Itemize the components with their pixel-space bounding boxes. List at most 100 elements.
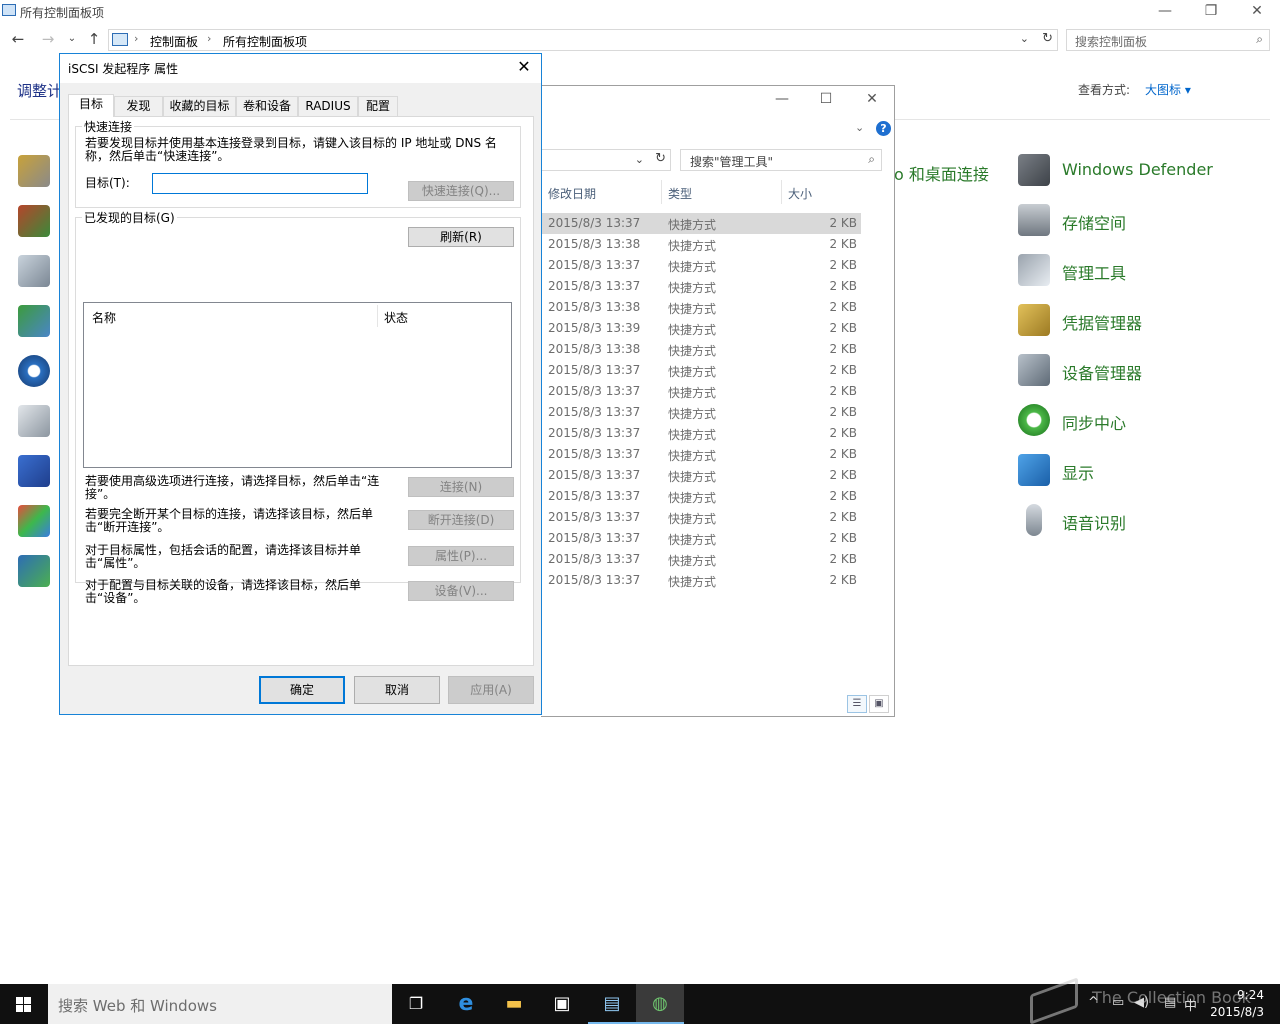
file-row-date: 2015/8/3 13:37 [548,573,641,587]
column-header-status[interactable]: 状态 [384,309,408,326]
file-row[interactable]: 2015/8/3 13:37 快捷方式 2 KB [541,465,861,486]
file-row[interactable]: 2015/8/3 13:38 快捷方式 2 KB [541,234,861,255]
recovery-icon[interactable] [18,305,50,337]
quick-connect-button[interactable]: 快速连接(Q)... [408,181,514,201]
store-icon[interactable]: ▣ [538,984,586,1024]
file-explorer-icon[interactable]: ▬ [490,984,538,1024]
cp-item-admin-tools[interactable]: 管理工具 [1016,253,1276,287]
start-button[interactable] [0,984,48,1024]
minimize-button[interactable]: — [759,86,805,114]
tab-configuration[interactable]: 配置 [358,96,398,116]
file-row[interactable]: 2015/8/3 13:37 快捷方式 2 KB [541,444,861,465]
connect-button[interactable]: 连接(N) [408,477,514,497]
close-icon[interactable]: ✕ [513,56,535,78]
file-row[interactable]: 2015/8/3 13:37 快捷方式 2 KB [541,381,861,402]
disconnect-button[interactable]: 断开连接(D) [408,510,514,530]
file-row[interactable]: 2015/8/3 13:37 快捷方式 2 KB [541,402,861,423]
cp-item-speech-recognition[interactable]: 语音识别 [1016,503,1276,537]
cp-item-label: 语音识别 [1062,514,1127,533]
column-separator[interactable] [781,180,782,204]
refresh-icon[interactable]: ↻ [1042,31,1053,46]
breadcrumb-all-items[interactable]: 所有控制面板项 [223,33,307,50]
control-panel-taskbar-icon[interactable]: ▤ [588,984,636,1024]
cp-item-display[interactable]: 显示 [1016,453,1276,487]
file-row[interactable]: 2015/8/3 13:38 快捷方式 2 KB [541,297,861,318]
file-row[interactable]: 2015/8/3 13:37 快捷方式 2 KB [541,360,861,381]
discovered-targets-list[interactable]: 名称 状态 [83,302,512,468]
file-row[interactable]: 2015/8/3 13:38 快捷方式 2 KB [541,339,861,360]
autoplay-icon[interactable] [18,555,50,587]
explorer-address-bar[interactable]: ⌄ ↻ [541,149,671,171]
taskbar-search-input[interactable]: 搜索 Web 和 Windows [48,984,392,1024]
maximize-button[interactable]: ❐ [1188,0,1234,24]
close-button[interactable]: ✕ [1234,0,1280,24]
tab-targets[interactable]: 目标 [68,94,114,117]
file-row[interactable]: 2015/8/3 13:37 快捷方式 2 KB [541,486,861,507]
file-list-header: 修改日期 类型 大小 [541,178,871,206]
file-row[interactable]: 2015/8/3 13:37 快捷方式 2 KB [541,213,861,234]
file-row[interactable]: 2015/8/3 13:37 快捷方式 2 KB [541,528,861,549]
column-separator[interactable] [661,180,662,204]
target-input[interactable] [152,173,368,194]
refresh-icon[interactable]: ↻ [655,151,666,166]
cp-item-sync-center[interactable]: 同步中心 [1016,403,1276,437]
tab-favorite-targets[interactable]: 收藏的目标 [163,96,236,116]
large-icons-view-icon[interactable]: ▣ [869,695,889,713]
column-header-type[interactable]: 类型 [668,185,692,202]
file-row[interactable]: 2015/8/3 13:37 快捷方式 2 KB [541,255,861,276]
control-panel-search-input[interactable]: 搜索控制面板 ⌕ [1066,29,1270,51]
column-header-size[interactable]: 大小 [788,185,812,202]
cp-item-storage-spaces[interactable]: 存储空间 [1016,203,1276,237]
help-icon[interactable]: ? [876,121,891,136]
cp-item-windows-defender[interactable]: Windows Defender [1016,153,1276,187]
file-row[interactable]: 2015/8/3 13:37 快捷方式 2 KB [541,507,861,528]
tab-volumes-devices[interactable]: 卷和设备 [236,96,298,116]
file-row[interactable]: 2015/8/3 13:39 快捷方式 2 KB [541,318,861,339]
apply-button[interactable]: 应用(A) [448,676,534,704]
refresh-button[interactable]: 刷新(R) [408,227,514,247]
cancel-button[interactable]: 取消 [354,676,440,704]
minimize-button[interactable]: — [1142,0,1188,24]
forward-arrow-icon[interactable]: → [38,30,58,50]
tab-discovery[interactable]: 发现 [114,96,163,116]
column-header-name[interactable]: 名称 [92,309,116,326]
properties-button[interactable]: 属性(P)... [408,546,514,566]
ok-button[interactable]: 确定 [259,676,345,704]
file-row[interactable]: 2015/8/3 13:37 快捷方式 2 KB [541,549,861,570]
cp-item-device-manager[interactable]: 设备管理器 [1016,353,1276,387]
maximize-button[interactable]: ☐ [803,86,849,114]
address-dropdown-icon[interactable]: ⌄ [1020,32,1029,45]
file-row[interactable]: 2015/8/3 13:37 快捷方式 2 KB [541,423,861,444]
remoteapp-desktop-connections-link[interactable]: o 和桌面连接 [894,161,989,185]
column-separator[interactable] [377,305,378,327]
clock-date[interactable]: 2015/8/3 [1210,1005,1264,1019]
ease-of-access-icon[interactable] [18,355,50,387]
file-row[interactable]: 2015/8/3 13:37 快捷方式 2 KB [541,276,861,297]
breadcrumb-control-panel[interactable]: 控制面板 [150,33,198,50]
close-button[interactable]: ✕ [849,86,895,114]
address-bar[interactable]: › 控制面板 › 所有控制面板项 ⌄ ↻ [108,29,1058,51]
network-icon[interactable] [18,455,50,487]
file-row[interactable]: 2015/8/3 13:37 快捷方式 2 KB [541,570,861,591]
color-management-icon[interactable] [18,505,50,537]
address-dropdown-icon[interactable]: ⌄ [635,153,644,166]
explorer-search-input[interactable]: 搜索"管理工具" ⌕ [680,149,882,171]
ribbon-expand-chevron-icon[interactable]: ⌄ [855,121,864,134]
phone-modem-icon[interactable] [18,255,50,287]
cp-item-credential-manager[interactable]: 凭据管理器 [1016,303,1276,337]
edge-browser-icon[interactable]: e [442,984,490,1024]
column-header-date[interactable]: 修改日期 [548,185,596,202]
devices-printers-icon[interactable] [18,405,50,437]
keys-icon[interactable] [18,155,50,187]
tab-radius[interactable]: RADIUS [298,96,358,116]
up-arrow-icon[interactable]: ↑ [84,30,104,50]
view-by-dropdown[interactable]: 大图标 ▾ [1145,81,1191,98]
devices-button[interactable]: 设备(V)... [408,581,514,601]
task-view-icon[interactable]: ❐ [392,984,440,1024]
file-row-type: 快捷方式 [668,323,717,337]
firewall-icon[interactable] [18,205,50,237]
iscsi-initiator-taskbar-icon[interactable]: ◍ [636,984,684,1024]
recent-locations-chevron-icon[interactable]: ⌄ [62,30,82,50]
back-arrow-icon[interactable]: ← [8,30,28,50]
details-view-icon[interactable]: ☰ [847,695,867,713]
